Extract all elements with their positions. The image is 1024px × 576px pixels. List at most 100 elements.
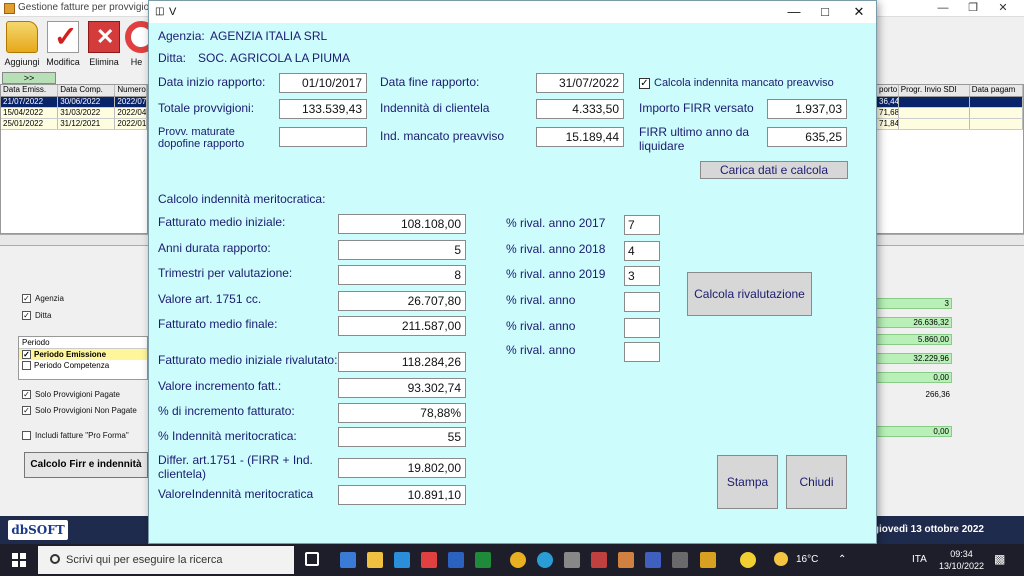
app-icon[interactable] [740,552,756,568]
app-icon[interactable] [700,552,716,568]
table-row[interactable]: 15/04/2022 31/03/2022 2022/04 [1,108,147,119]
folder-add-icon [6,21,38,53]
rival-anno-label: % rival. anno [506,319,576,333]
carica-dati-button[interactable]: Carica dati e calcola [700,161,848,179]
perc-incremento-field[interactable]: 78,88% [338,403,466,423]
close-icon[interactable]: ✕ [842,1,876,23]
table-cell: 31/12/2021 [58,119,116,129]
importo-firr-field[interactable]: 1.937,03 [767,99,847,119]
rival-anno-field[interactable] [624,292,660,312]
stampa-button[interactable]: Stampa [717,455,778,509]
rival-2017-label: % rival. anno 2017 [506,216,606,230]
fatturato-medio-iniziale-field[interactable]: 108.108,00 [338,214,466,234]
pro-forma-checkbox[interactable]: Includi fatture "Pro Forma" [22,431,129,440]
solo-pagate-checkbox[interactable]: ✓ Solo Provvigioni Pagate [22,390,120,399]
valore-indennita-field[interactable]: 10.891,10 [338,485,466,505]
data-inizio-field[interactable]: 01/10/2017 [279,73,367,93]
grid-header-cell[interactable]: porto [877,85,899,96]
file-explorer-icon[interactable] [367,552,383,568]
data-inizio-label: Data inizio rapporto: [158,75,266,89]
minimize-icon[interactable]: — [777,1,811,23]
perc-indennita-label: % Indennità meritocratica: [158,429,297,443]
valore-incremento-field[interactable]: 93.302,74 [338,378,466,398]
app-icon[interactable] [618,552,634,568]
temperature[interactable]: 16°C [796,554,818,565]
windows-start-icon[interactable] [12,553,26,567]
app-icon[interactable] [672,552,688,568]
grid-header-cell[interactable]: Data pagam [970,85,1023,96]
notification-icon[interactable]: ▩ [994,552,1005,566]
maximize-icon[interactable]: □ [808,1,842,23]
word-icon[interactable] [448,552,464,568]
periodo-competenza-option[interactable]: Periodo Competenza [19,360,147,371]
ditta-checkbox[interactable]: ✓ Ditta [22,311,51,320]
table-cell: 2022/04 [117,108,147,118]
calcola-rivalutazione-button[interactable]: Calcola rivalutazione [687,272,812,316]
table-row[interactable]: 36,44 [877,97,1023,108]
indennita-clientela-field[interactable]: 4.333,50 [536,99,624,119]
calcolo-title: Calcolo indennità meritocratica: [158,192,326,206]
app-icon[interactable] [645,552,661,568]
solo-non-pagate-checkbox[interactable]: ✓ Solo Provvigioni Non Pagate [22,406,137,415]
restore-icon[interactable]: ❐ [958,1,988,14]
indennita-clientela-label: Indennità di clientela [380,101,490,115]
fatturato-rivalutato-field[interactable]: 118.284,26 [338,352,466,372]
calculator-icon[interactable] [340,552,356,568]
language-indicator[interactable]: ITA [912,554,927,565]
summary-values-panel: 3 26.636,32 5.860,00 32.229,96 0,00 266,… [876,294,976,444]
table-row[interactable]: 71,68 [877,108,1023,119]
grid-header-cell[interactable]: Data Emiss. [1,85,59,96]
table-row[interactable]: 21/07/2022 30/06/2022 2022/07 [1,97,147,108]
taskbar-search[interactable]: Scrivi qui per eseguire la ricerca [38,546,294,574]
close-icon[interactable]: ✕ [988,1,1018,14]
data-fine-field[interactable]: 31/07/2022 [536,73,624,93]
calcolo-firr-button[interactable]: Calcolo Firr e indennità [24,452,148,478]
firr-ultimo-field[interactable]: 635,25 [767,127,847,147]
chevron-up-icon[interactable]: ⌃ [838,554,846,565]
elimina-button[interactable]: Elimina [84,21,124,71]
perc-indennita-field[interactable]: 55 [338,427,466,447]
table-cell: 71,68 [879,108,899,118]
data-fine-label: Data fine rapporto: [380,75,480,89]
rival-2018-field[interactable]: 4 [624,241,660,261]
agenzia-checkbox[interactable]: ✓ Agenzia [22,294,64,303]
app-icon[interactable] [564,552,580,568]
grid-header-cell[interactable]: Numero [115,85,147,96]
chiudi-button[interactable]: Chiudi [786,455,847,509]
ind-mancato-field[interactable]: 15.189,44 [536,127,624,147]
rival-2019-field[interactable]: 3 [624,266,660,286]
aggiungi-button[interactable]: Aggiungi [2,21,42,71]
periodo-emissione-option[interactable]: ✓ Periodo Emissione [19,349,147,360]
rival-anno-field[interactable] [624,342,660,362]
anni-durata-field[interactable]: 5 [338,240,466,260]
mancato-preavviso-checkbox[interactable]: ✓ [639,78,650,89]
excel-icon[interactable] [475,552,491,568]
window-icon: ◫ [155,6,165,17]
edge-icon[interactable] [537,552,553,568]
table-row[interactable]: 71,84 [877,119,1023,130]
grid-header-cell[interactable]: Data Comp. [58,85,116,96]
differ-1751-field[interactable]: 19.802,00 [338,458,466,478]
minimize-icon[interactable]: — [928,2,958,14]
grid-header-cell[interactable]: Progr. Invio SDI [899,85,970,96]
rival-2017-field[interactable]: 7 [624,215,660,235]
trimestri-field[interactable]: 8 [338,265,466,285]
table-cell [970,108,1023,118]
app-icon[interactable] [591,552,607,568]
help-button[interactable]: He [125,21,148,71]
table-row[interactable]: 25/01/2022 31/12/2021 2022/01 [1,119,147,130]
rival-anno-field[interactable] [624,318,660,338]
ditta-label: Ditta: [158,51,187,65]
chrome-icon[interactable] [510,552,526,568]
modifica-button[interactable]: Modifica [43,20,83,71]
task-view-icon[interactable] [305,552,319,566]
nav-arrows[interactable]: >> [2,72,56,84]
store-icon[interactable] [394,552,410,568]
totale-provvigioni-field[interactable]: 133.539,43 [279,99,367,119]
provv-maturate-field[interactable] [279,127,367,147]
clock[interactable]: 09:34 13/10/2022 [939,548,984,572]
valore-1751-field[interactable]: 26.707,80 [338,291,466,311]
app-icon[interactable] [421,552,437,568]
fatturato-medio-finale-field[interactable]: 211.587,00 [338,316,466,336]
summary-value: 5.860,00 [876,334,952,345]
